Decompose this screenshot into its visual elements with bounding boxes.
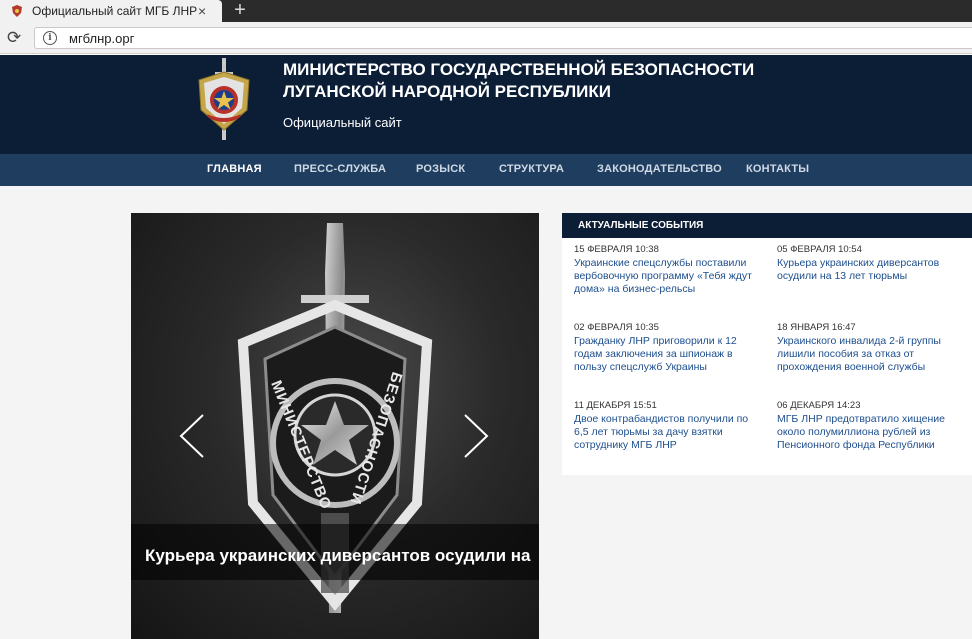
nav-item-press[interactable]: ПРЕСС-СЛУЖБА [294, 163, 386, 175]
news-date: 11 ДЕКАБРЯ 15:51 [574, 400, 657, 411]
slider-caption-bar: Курьера украинских диверсантов осудили н… [131, 524, 539, 580]
site-subtitle: Официальный сайт [283, 115, 402, 130]
info-icon[interactable]: i [43, 31, 57, 45]
browser-tab[interactable]: Официальный сайт МГБ ЛНР × [0, 0, 222, 22]
reload-icon[interactable]: ⟳ [7, 28, 21, 48]
news-item[interactable]: 02 ФЕВРАЛЯ 10:35 Гражданку ЛНР приговори… [574, 322, 764, 374]
slider-prev-arrow-icon[interactable] [177, 413, 207, 459]
tab-title: Официальный сайт МГБ ЛНР [32, 4, 198, 18]
nav-item-contacts[interactable]: КОНТАКТЫ [746, 163, 809, 175]
news-title-link[interactable]: Украинские спецслужбы поставили вербовоч… [574, 257, 764, 296]
news-item[interactable]: 06 ДЕКАБРЯ 14:23 МГБ ЛНР предотвратило х… [777, 400, 967, 452]
news-item[interactable]: 11 ДЕКАБРЯ 15:51 Двое контрабандистов по… [574, 400, 764, 452]
url-field[interactable]: i мгблнр.орг [34, 27, 972, 49]
address-bar: ⟳ i мгблнр.орг [0, 22, 972, 54]
news-title-link[interactable]: Украинского инвалида 2-й группы лишили п… [777, 335, 967, 374]
nav-item-structure[interactable]: СТРУКТУРА [499, 163, 564, 175]
nav-item-home[interactable]: ГЛАВНАЯ [207, 163, 262, 175]
slider-next-arrow-icon[interactable] [461, 413, 491, 459]
news-title-link[interactable]: Гражданку ЛНР приговорили к 12 годам зак… [574, 335, 764, 374]
news-date: 15 ФЕВРАЛЯ 10:38 [574, 244, 659, 255]
slider-caption[interactable]: Курьера украинских диверсантов осудили н… [145, 546, 539, 566]
mgb-emblem-icon[interactable] [193, 58, 255, 140]
news-item[interactable]: 05 ФЕВРАЛЯ 10:54 Курьера украинских диве… [777, 244, 967, 283]
news-title-link[interactable]: Курьера украинских диверсантов осудили н… [777, 257, 967, 283]
url-text[interactable]: мгблнр.орг [69, 31, 134, 46]
site-favicon-icon [12, 5, 22, 17]
news-date: 05 ФЕВРАЛЯ 10:54 [777, 244, 862, 255]
news-title-link[interactable]: Двое контрабандистов получили по 6,5 лет… [574, 413, 764, 452]
close-tab-icon[interactable]: × [198, 3, 206, 19]
news-item[interactable]: 18 ЯНВАРЯ 16:47 Украинского инвалида 2-й… [777, 322, 967, 374]
news-date: 18 ЯНВАРЯ 16:47 [777, 322, 856, 333]
new-tab-button[interactable]: + [230, 0, 250, 22]
news-item[interactable]: 15 ФЕВРАЛЯ 10:38 Украинские спецслужбы п… [574, 244, 764, 296]
site-header: МИНИСТЕРСТВО ГОСУДАРСТВЕННОЙ БЕЗОПАСНОСТ… [0, 55, 972, 154]
news-date: 06 ДЕКАБРЯ 14:23 [777, 400, 861, 411]
nav-item-legislation[interactable]: ЗАКОНОДАТЕЛЬСТВО [597, 163, 722, 175]
browser-tab-bar: Официальный сайт МГБ ЛНР × + [0, 0, 972, 22]
news-date: 02 ФЕВРАЛЯ 10:35 [574, 322, 659, 333]
news-heading: АКТУАЛЬНЫЕ СОБЫТИЯ [562, 213, 972, 238]
site-title[interactable]: МИНИСТЕРСТВО ГОСУДАРСТВЕННОЙ БЕЗОПАСНОСТ… [283, 59, 803, 103]
news-slider[interactable]: МИНИСТЕРСТВО БЕЗОПАСНОСТИ Курьера украин… [131, 213, 539, 639]
nav-item-wanted[interactable]: РОЗЫСК [416, 163, 465, 175]
news-panel: АКТУАЛЬНЫЕ СОБЫТИЯ 15 ФЕВРАЛЯ 10:38 Укра… [562, 213, 972, 475]
main-nav: ГЛАВНАЯ ПРЕСС-СЛУЖБА РОЗЫСК СТРУКТУРА ЗА… [0, 154, 972, 186]
news-title-link[interactable]: МГБ ЛНР предотвратило хищение около полу… [777, 413, 967, 452]
